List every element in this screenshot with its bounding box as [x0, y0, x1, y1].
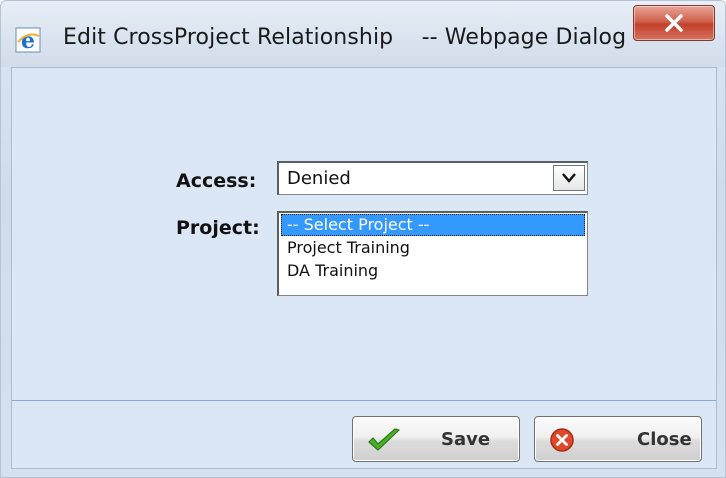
access-dropdown-button[interactable] — [553, 165, 585, 191]
checkmark-icon — [367, 427, 401, 457]
chevron-down-icon — [562, 173, 576, 183]
dialog-window: e Edit CrossProject Relationship -- Webp… — [0, 0, 726, 478]
window-title: Edit CrossProject Relationship -- Webpag… — [63, 25, 627, 50]
red-x-circle-icon — [549, 427, 575, 457]
title-bar: e Edit CrossProject Relationship -- Webp… — [1, 1, 725, 67]
save-button[interactable]: Save — [352, 416, 520, 462]
save-button-label: Save — [441, 429, 491, 450]
svg-text:e: e — [21, 28, 35, 53]
project-option-da-training[interactable]: DA Training — [281, 260, 585, 282]
access-label: Access: — [176, 170, 257, 192]
project-listbox[interactable]: -- Select Project -- Project Training DA… — [277, 211, 588, 296]
footer-divider — [12, 400, 716, 401]
project-option-project-training[interactable]: Project Training — [281, 237, 585, 259]
close-button-label: Close — [637, 429, 692, 450]
close-x-icon — [665, 14, 683, 32]
project-label: Project: — [176, 217, 260, 239]
close-button[interactable]: Close — [534, 416, 702, 462]
project-option-select-project[interactable]: -- Select Project -- — [281, 214, 585, 236]
window-close-button[interactable] — [633, 5, 715, 41]
ie-icon: e — [15, 27, 41, 54]
dialog-body: Access: Denied Project: -- Select Projec… — [11, 67, 717, 469]
access-select-value: Denied — [287, 168, 351, 189]
access-select[interactable]: Denied — [277, 161, 588, 195]
